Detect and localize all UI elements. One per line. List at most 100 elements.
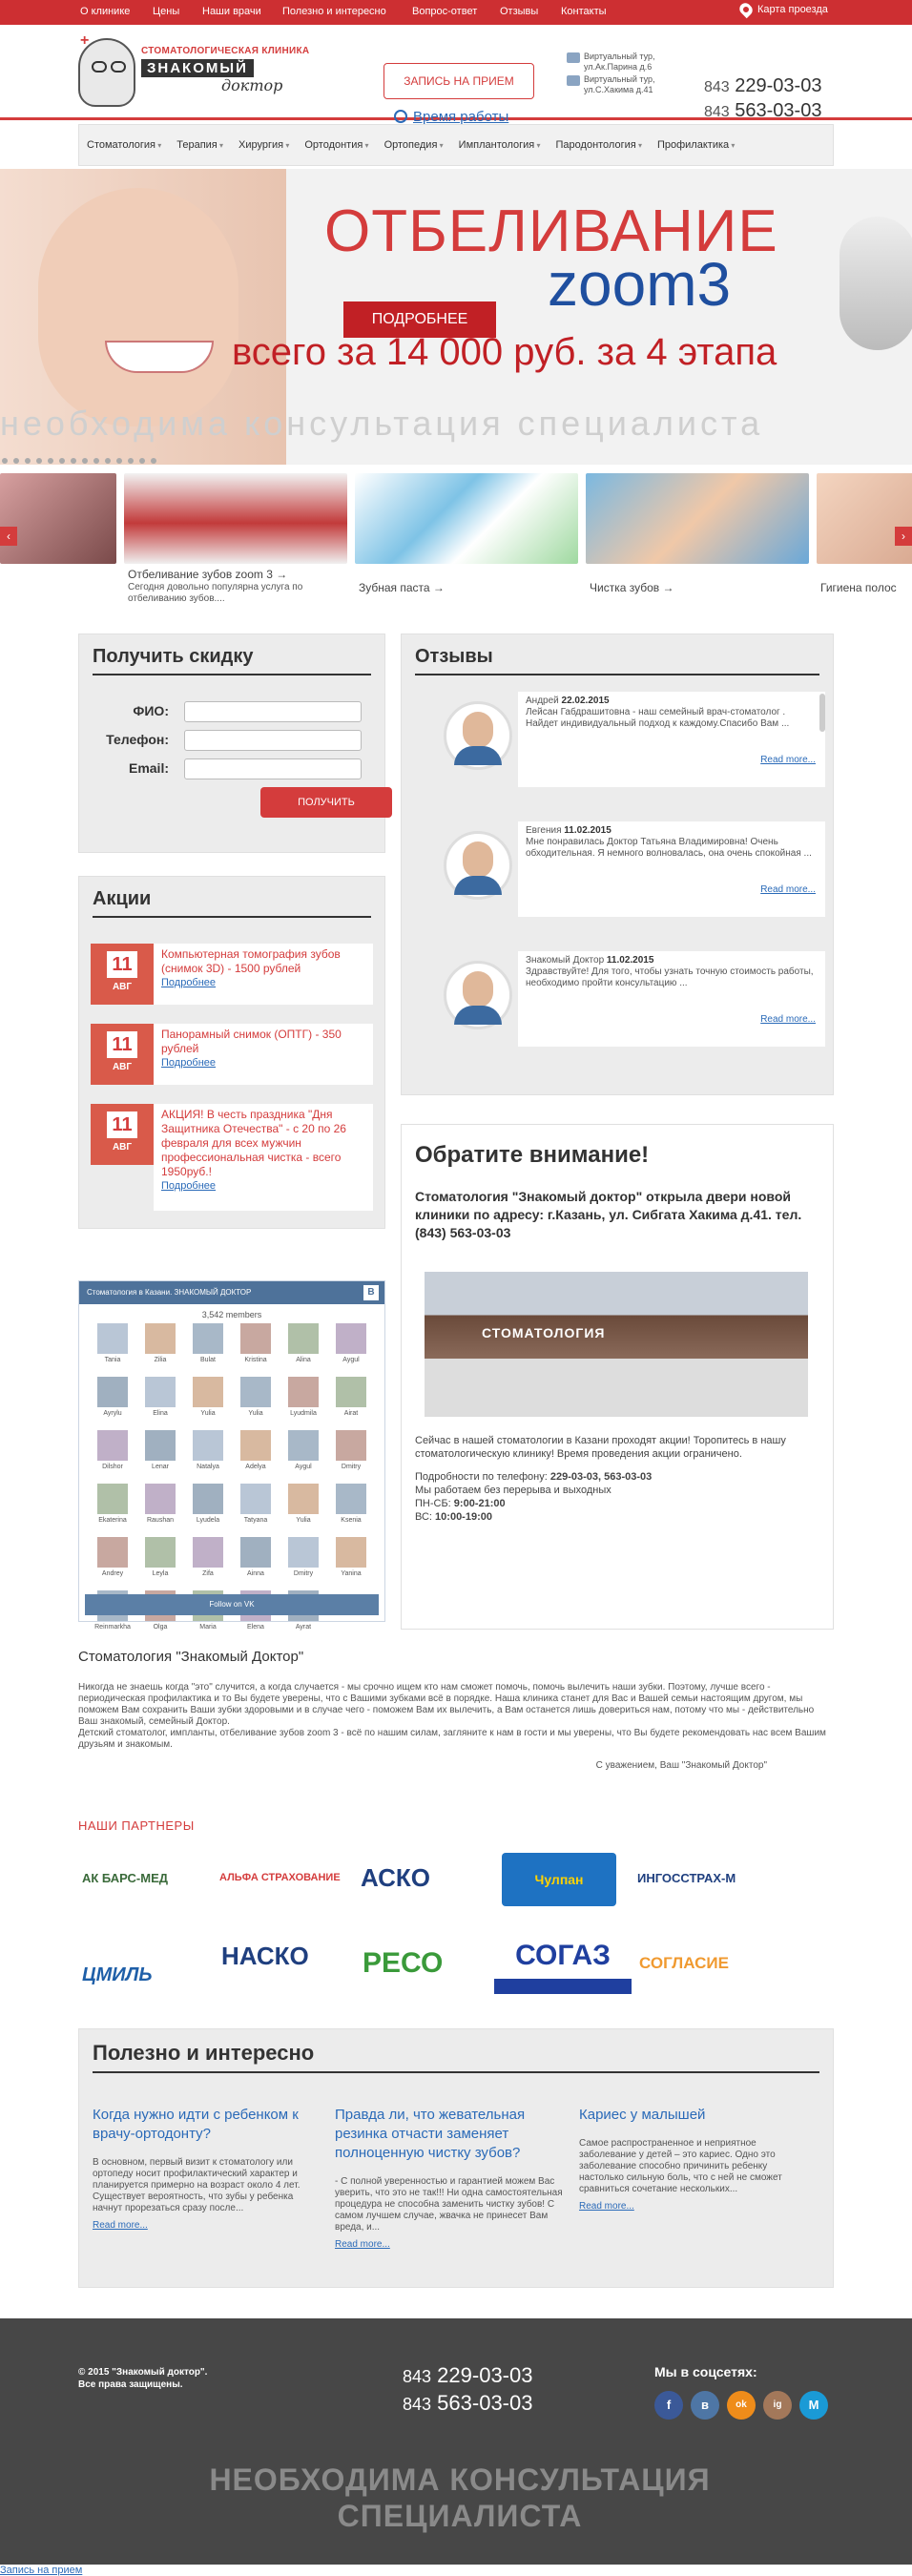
vk-member[interactable]: Yulia (280, 1484, 327, 1537)
map-link[interactable]: Карта проезда (736, 0, 828, 19)
review-more-link[interactable]: Read more... (760, 884, 816, 896)
vk-member[interactable]: Yanina (327, 1537, 375, 1590)
top-link-useful[interactable]: Полезно и интересно (282, 6, 386, 17)
nav-item-stomatology[interactable]: Стоматология (79, 139, 169, 151)
appointment-button[interactable]: ЗАПИСЬ НА ПРИЕМ (383, 63, 534, 99)
vk-member[interactable]: Ainna (232, 1537, 280, 1590)
slider-dots[interactable] (2, 458, 156, 464)
action-more-link[interactable]: Подробнее (161, 1179, 365, 1194)
partner-chulpan-logo[interactable]: Чулпан (502, 1853, 616, 1906)
partner-ingosstrakh-logo[interactable]: ИНГОССТРАХ-М (637, 1851, 771, 1904)
vk-member[interactable]: Dmitry (327, 1430, 375, 1484)
vk-member[interactable]: Elina (136, 1377, 184, 1430)
vk-member[interactable]: Bulat (184, 1323, 232, 1377)
vk-member[interactable]: Adelya (232, 1430, 280, 1484)
article-more-link[interactable]: Read more... (579, 2201, 808, 2212)
vk-member[interactable]: Dilshor (89, 1430, 136, 1484)
nav-item-implantology[interactable]: Имплантология (451, 139, 549, 151)
vk-member[interactable]: Zilia (136, 1323, 184, 1377)
vk-member-name: Reinmarkha (94, 1624, 131, 1631)
nav-item-prophylaxis[interactable]: Профилактика (650, 139, 742, 151)
carousel-item[interactable]: Чистка зубов → (586, 473, 809, 616)
action-item[interactable]: 11 АВГ Панорамный снимок (ОПТГ) - 350 руб… (91, 1024, 373, 1085)
vk-member[interactable]: Ekaterina (89, 1484, 136, 1537)
avatar (97, 1537, 128, 1568)
nav-item-orthodontics[interactable]: Ортодонтия (297, 139, 376, 151)
vk-member[interactable]: Leyla (136, 1537, 184, 1590)
vk-member[interactable]: Aygul (327, 1323, 375, 1377)
vk-member[interactable]: Ayrylu (89, 1377, 136, 1430)
avatar (240, 1484, 271, 1514)
discount-submit-button[interactable]: ПОЛУЧИТЬ (260, 787, 392, 818)
nav-item-orthopedics[interactable]: Ортопедия (377, 139, 451, 151)
review-more-link[interactable]: Read more... (760, 755, 816, 766)
vk-member[interactable]: Lenar (136, 1430, 184, 1484)
article-more-link[interactable]: Read more... (93, 2220, 321, 2231)
reviews-scrollbar[interactable] (819, 694, 825, 732)
facebook-icon[interactable]: f (654, 2391, 683, 2420)
vk-member[interactable]: Yulia (184, 1377, 232, 1430)
vk-member[interactable]: Lyudmila (280, 1377, 327, 1430)
partner-asko-logo[interactable]: АСКО (361, 1851, 485, 1904)
article-title[interactable]: Кариес у малышей (579, 2106, 808, 2125)
action-more-link[interactable]: Подробнее (161, 1056, 365, 1070)
virtual-tour-1[interactable]: Виртуальный тур, ул.Ак.Парина д.6 (567, 52, 662, 73)
partner-soglasie-logo[interactable]: СОГЛАСИЕ (639, 1937, 773, 1990)
vk-member[interactable]: Natalya (184, 1430, 232, 1484)
vk-member[interactable]: Tania (89, 1323, 136, 1377)
partner-alfa-logo[interactable]: АЛЬФА СТРАХОВАНИЕ (219, 1851, 349, 1904)
carousel-item[interactable]: Отбеливание зубов zoom 3 → Сегодня довол… (124, 473, 347, 616)
logo[interactable]: + СТОМАТОЛОГИЧЕСКАЯ КЛИНИКА ЗНАКОМЫЙ док… (78, 32, 309, 113)
partner-reso-logo[interactable]: РЕСО (363, 1937, 487, 1990)
vk-member[interactable]: Andrey (89, 1537, 136, 1590)
top-link-reviews[interactable]: Отзывы (500, 6, 538, 17)
carousel-next-icon[interactable]: › (895, 527, 912, 546)
carousel-item[interactable] (0, 473, 116, 616)
article-title[interactable]: Правда ли, что жевательная резинка отчас… (335, 2106, 564, 2163)
partner-akbars-logo[interactable]: АК БАРС-МЕД (82, 1851, 212, 1904)
top-link-prices[interactable]: Цены (153, 6, 179, 17)
vk-member[interactable]: Airat (327, 1377, 375, 1430)
vk-member[interactable]: Yulia (232, 1377, 280, 1430)
vk-member[interactable]: Zifa (184, 1537, 232, 1590)
vk-member[interactable]: Lyudela (184, 1484, 232, 1537)
top-link-doctors[interactable]: Наши врачи (202, 6, 261, 17)
action-more-link[interactable]: Подробнее (161, 976, 365, 990)
hero-banner[interactable]: ОТБЕЛИВАНИЕ zoom3 ПОДРОБНЕЕ всего за 14 … (0, 169, 912, 465)
partner-sogaz-logo[interactable]: СОГАЗ (494, 1933, 632, 1994)
vk-member[interactable]: Dmitry (280, 1537, 327, 1590)
virtual-tour-2[interactable]: Виртуальный тур, ул.С.Хакима д.41 (567, 74, 662, 95)
mailru-icon[interactable]: М (799, 2391, 828, 2420)
vk-member[interactable]: Aygul (280, 1430, 327, 1484)
action-item[interactable]: 11 АВГ Компьютерная томография зубов (сни… (91, 944, 373, 1005)
vk-follow-button[interactable]: Follow on VK (85, 1594, 379, 1615)
vk-member[interactable]: Ksenia (327, 1484, 375, 1537)
phone-input[interactable] (184, 730, 362, 751)
vk-member[interactable]: Raushan (136, 1484, 184, 1537)
odnoklassniki-icon[interactable]: ok (727, 2391, 756, 2420)
email-input[interactable] (184, 758, 362, 779)
vk-member[interactable]: Tatyana (232, 1484, 280, 1537)
partner-umil-logo[interactable]: ЦМИЛЬ (82, 1948, 206, 2002)
nav-item-surgery[interactable]: Хирургия (231, 139, 297, 151)
vk-icon[interactable]: в (691, 2391, 719, 2420)
top-link-about[interactable]: О клинике (80, 6, 130, 17)
action-item[interactable]: 11 АВГ АКЦИЯ! В честь праздника "Дня Защи… (91, 1104, 373, 1211)
vk-header[interactable]: Стоматология в Казани. ЗНАКОМЫЙ ДОКТОР В (79, 1281, 384, 1304)
fio-input[interactable] (184, 701, 362, 722)
vk-member[interactable]: Kristina (232, 1323, 280, 1377)
instagram-icon[interactable]: ig (763, 2391, 792, 2420)
carousel-prev-icon[interactable]: ‹ (0, 527, 17, 546)
bottom-appointment-link[interactable]: Запись на прием (0, 2565, 82, 2576)
top-link-contacts[interactable]: Контакты (561, 6, 607, 17)
vk-member[interactable]: Alina (280, 1323, 327, 1377)
top-link-faq[interactable]: Вопрос-ответ (412, 6, 477, 17)
nav-item-periodontology[interactable]: Пародонтология (549, 139, 650, 151)
carousel-item[interactable]: Зубная паста → (355, 473, 578, 616)
review-more-link[interactable]: Read more... (760, 1014, 816, 1026)
article-more-link[interactable]: Read more... (335, 2239, 564, 2250)
article-title[interactable]: Когда нужно идти с ребенком к врачу-орто… (93, 2106, 321, 2144)
partner-nasko-logo[interactable]: НАСКО (221, 1929, 355, 1983)
nav-item-therapy[interactable]: Терапия (169, 139, 231, 151)
worktime-link[interactable]: Время работы (394, 109, 508, 125)
